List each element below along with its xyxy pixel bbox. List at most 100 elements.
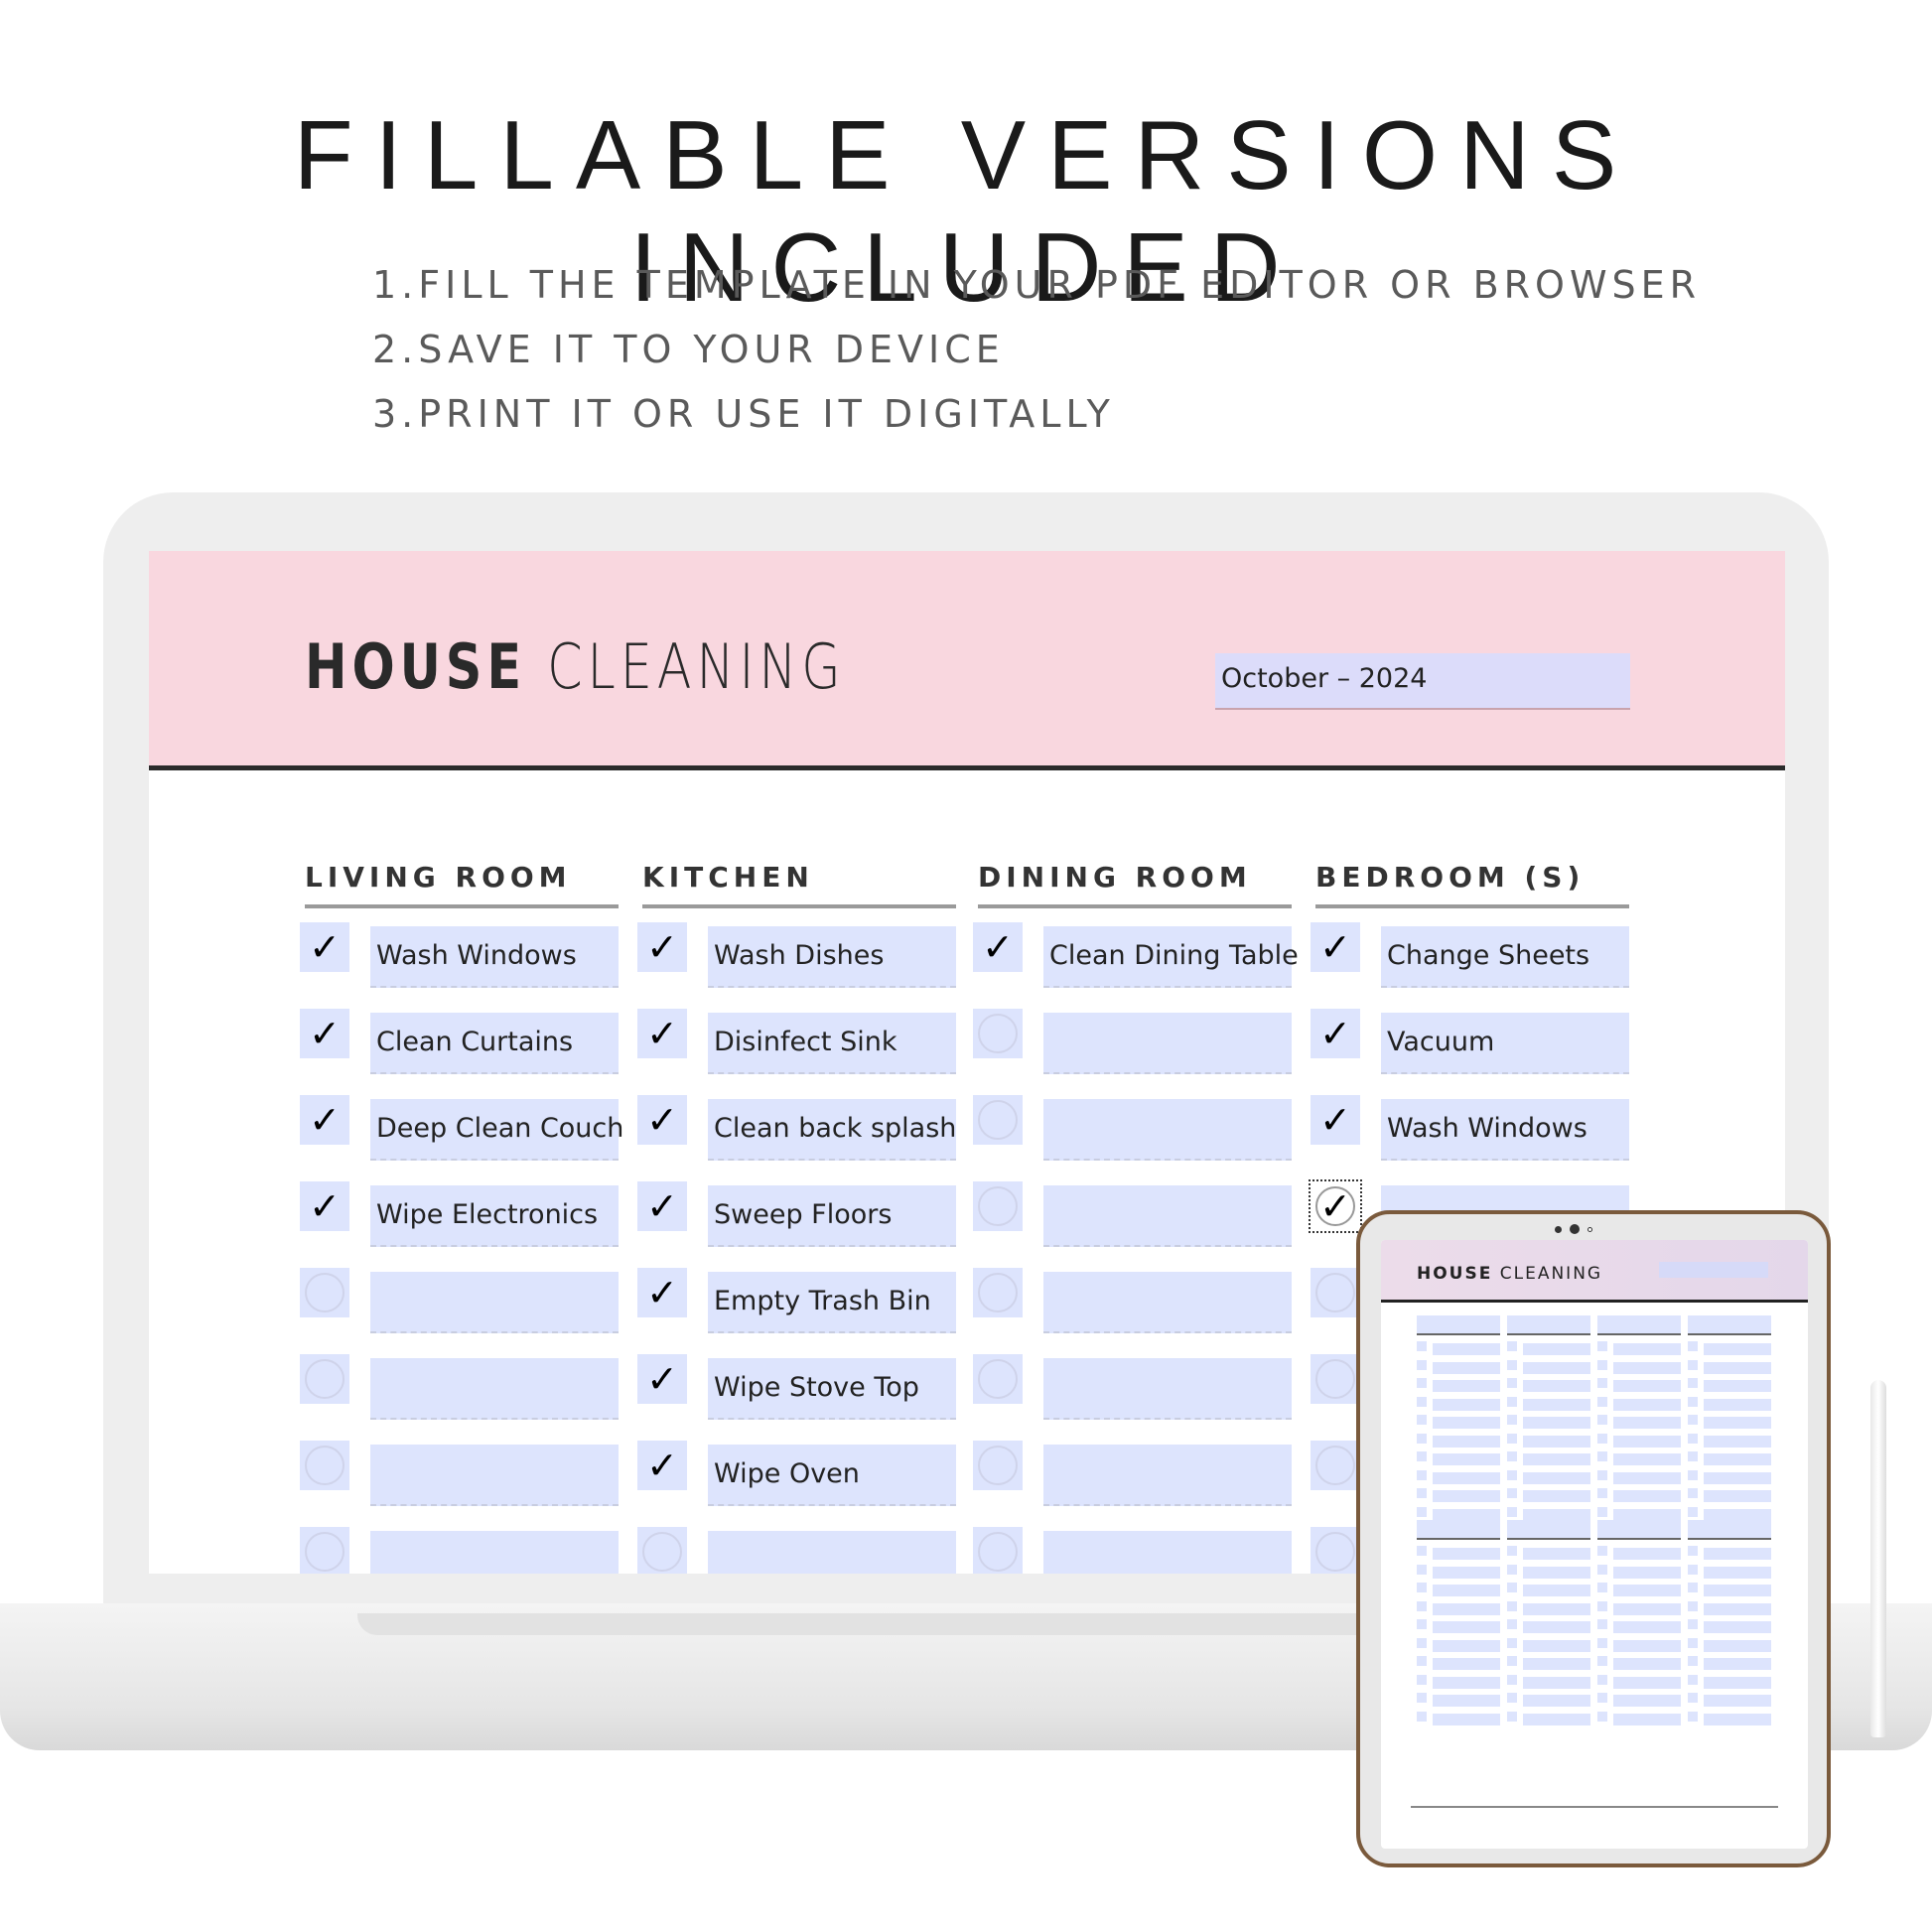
- tablet-task-field[interactable]: [1704, 1508, 1771, 1521]
- task-text-field[interactable]: Wipe Oven: [708, 1445, 956, 1506]
- task-checkbox[interactable]: [300, 1441, 349, 1490]
- tablet-task-field[interactable]: [1704, 1398, 1771, 1411]
- tablet-task-field[interactable]: [1433, 1435, 1500, 1448]
- tablet-task-field[interactable]: [1613, 1713, 1681, 1725]
- tablet-checkbox[interactable]: [1507, 1488, 1517, 1498]
- task-text-field[interactable]: [1043, 1185, 1292, 1247]
- task-text-field[interactable]: Sweep Floors: [708, 1185, 956, 1247]
- tablet-task-field[interactable]: [1523, 1602, 1590, 1615]
- tablet-task-field[interactable]: [1433, 1398, 1500, 1411]
- task-text-field[interactable]: [708, 1531, 956, 1574]
- task-text-field[interactable]: Empty Trash Bin: [708, 1272, 956, 1333]
- tablet-checkbox[interactable]: [1507, 1619, 1517, 1629]
- tablet-task-field[interactable]: [1613, 1453, 1681, 1465]
- task-checkbox[interactable]: [973, 1009, 1023, 1058]
- tablet-task-field[interactable]: [1523, 1417, 1590, 1429]
- task-checkbox[interactable]: [973, 1181, 1023, 1231]
- tablet-task-field[interactable]: [1433, 1566, 1500, 1579]
- task-checkbox[interactable]: ✓: [1311, 1095, 1360, 1145]
- tablet-task-field[interactable]: [1523, 1380, 1590, 1392]
- task-checkbox[interactable]: ✓: [300, 1009, 349, 1058]
- tablet-task-field[interactable]: [1433, 1639, 1500, 1652]
- tablet-checkbox[interactable]: [1507, 1564, 1517, 1575]
- tablet-checkbox[interactable]: [1597, 1546, 1607, 1556]
- tablet-checkbox[interactable]: [1688, 1583, 1698, 1592]
- task-checkbox[interactable]: [1311, 1268, 1360, 1317]
- tablet-task-field[interactable]: [1433, 1585, 1500, 1596]
- tablet-task-field[interactable]: [1523, 1585, 1590, 1596]
- tablet-checkbox[interactable]: [1688, 1378, 1698, 1388]
- tablet-task-field[interactable]: [1433, 1343, 1500, 1355]
- tablet-checkbox[interactable]: [1688, 1600, 1698, 1611]
- tablet-task-field[interactable]: [1704, 1471, 1771, 1484]
- tablet-checkbox[interactable]: [1417, 1600, 1427, 1611]
- tablet-checkbox[interactable]: [1688, 1396, 1698, 1407]
- tablet-checkbox[interactable]: [1417, 1451, 1427, 1461]
- tablet-checkbox[interactable]: [1417, 1564, 1427, 1575]
- tablet-checkbox[interactable]: [1507, 1415, 1517, 1425]
- task-text-field[interactable]: Wipe Electronics: [370, 1185, 619, 1247]
- tablet-task-field[interactable]: [1704, 1417, 1771, 1429]
- task-text-field[interactable]: Wipe Stove Top: [708, 1358, 956, 1420]
- tablet-task-field[interactable]: [1613, 1380, 1681, 1392]
- tablet-task-field[interactable]: [1704, 1343, 1771, 1355]
- task-checkbox[interactable]: ✓: [637, 1095, 687, 1145]
- tablet-task-field[interactable]: [1433, 1676, 1500, 1689]
- task-text-field[interactable]: [1043, 1099, 1292, 1161]
- task-checkbox[interactable]: ✓: [973, 922, 1023, 972]
- tablet-checkbox[interactable]: [1688, 1469, 1698, 1480]
- tablet-task-field[interactable]: [1613, 1490, 1681, 1502]
- tablet-checkbox[interactable]: [1507, 1600, 1517, 1611]
- task-checkbox[interactable]: ✓: [637, 1181, 687, 1231]
- tablet-task-field[interactable]: [1433, 1548, 1500, 1560]
- tablet-task-field[interactable]: [1433, 1602, 1500, 1615]
- tablet-task-field[interactable]: [1523, 1453, 1590, 1465]
- task-text-field[interactable]: [1043, 1445, 1292, 1506]
- task-checkbox[interactable]: [973, 1527, 1023, 1574]
- tablet-checkbox[interactable]: [1507, 1396, 1517, 1407]
- task-checkbox[interactable]: ✓: [300, 1095, 349, 1145]
- tablet-task-field[interactable]: [1433, 1695, 1500, 1707]
- task-checkbox[interactable]: [1311, 1527, 1360, 1574]
- tablet-checkbox[interactable]: [1597, 1656, 1607, 1666]
- tablet-checkbox[interactable]: [1507, 1711, 1517, 1722]
- task-checkbox[interactable]: [300, 1527, 349, 1574]
- task-text-field[interactable]: Clean back splash: [708, 1099, 956, 1161]
- tablet-task-field[interactable]: [1523, 1398, 1590, 1411]
- tablet-checkbox[interactable]: [1688, 1341, 1698, 1351]
- tablet-task-field[interactable]: [1613, 1695, 1681, 1707]
- task-checkbox[interactable]: [1311, 1441, 1360, 1490]
- tablet-checkbox[interactable]: [1417, 1396, 1427, 1407]
- tablet-checkbox[interactable]: [1688, 1674, 1698, 1685]
- tablet-task-field[interactable]: [1704, 1435, 1771, 1448]
- tablet-task-field[interactable]: [1613, 1658, 1681, 1670]
- tablet-checkbox[interactable]: [1688, 1488, 1698, 1498]
- tablet-checkbox[interactable]: [1417, 1711, 1427, 1722]
- tablet-task-field[interactable]: [1704, 1548, 1771, 1560]
- task-text-field[interactable]: Wash Windows: [1381, 1099, 1629, 1161]
- tablet-checkbox[interactable]: [1688, 1451, 1698, 1461]
- tablet-checkbox[interactable]: [1597, 1415, 1607, 1425]
- tablet-checkbox[interactable]: [1507, 1359, 1517, 1370]
- tablet-checkbox[interactable]: [1507, 1378, 1517, 1388]
- tablet-task-field[interactable]: [1613, 1417, 1681, 1429]
- tablet-task-field[interactable]: [1704, 1585, 1771, 1596]
- tablet-task-field[interactable]: [1433, 1621, 1500, 1633]
- tablet-checkbox[interactable]: [1688, 1564, 1698, 1575]
- tablet-checkbox[interactable]: [1597, 1506, 1607, 1517]
- tablet-checkbox[interactable]: [1417, 1693, 1427, 1703]
- tablet-checkbox[interactable]: [1417, 1378, 1427, 1388]
- tablet-checkbox[interactable]: [1597, 1451, 1607, 1461]
- tablet-checkbox[interactable]: [1507, 1674, 1517, 1685]
- tablet-task-field[interactable]: [1433, 1508, 1500, 1521]
- tablet-checkbox[interactable]: [1417, 1546, 1427, 1556]
- task-checkbox[interactable]: ✓: [637, 1268, 687, 1317]
- tablet-task-field[interactable]: [1523, 1621, 1590, 1633]
- tablet-task-field[interactable]: [1613, 1585, 1681, 1596]
- tablet-checkbox[interactable]: [1417, 1674, 1427, 1685]
- tablet-checkbox[interactable]: [1597, 1674, 1607, 1685]
- tablet-checkbox[interactable]: [1417, 1656, 1427, 1666]
- tablet-checkbox[interactable]: [1507, 1341, 1517, 1351]
- tablet-task-field[interactable]: [1704, 1658, 1771, 1670]
- tablet-checkbox[interactable]: [1417, 1637, 1427, 1648]
